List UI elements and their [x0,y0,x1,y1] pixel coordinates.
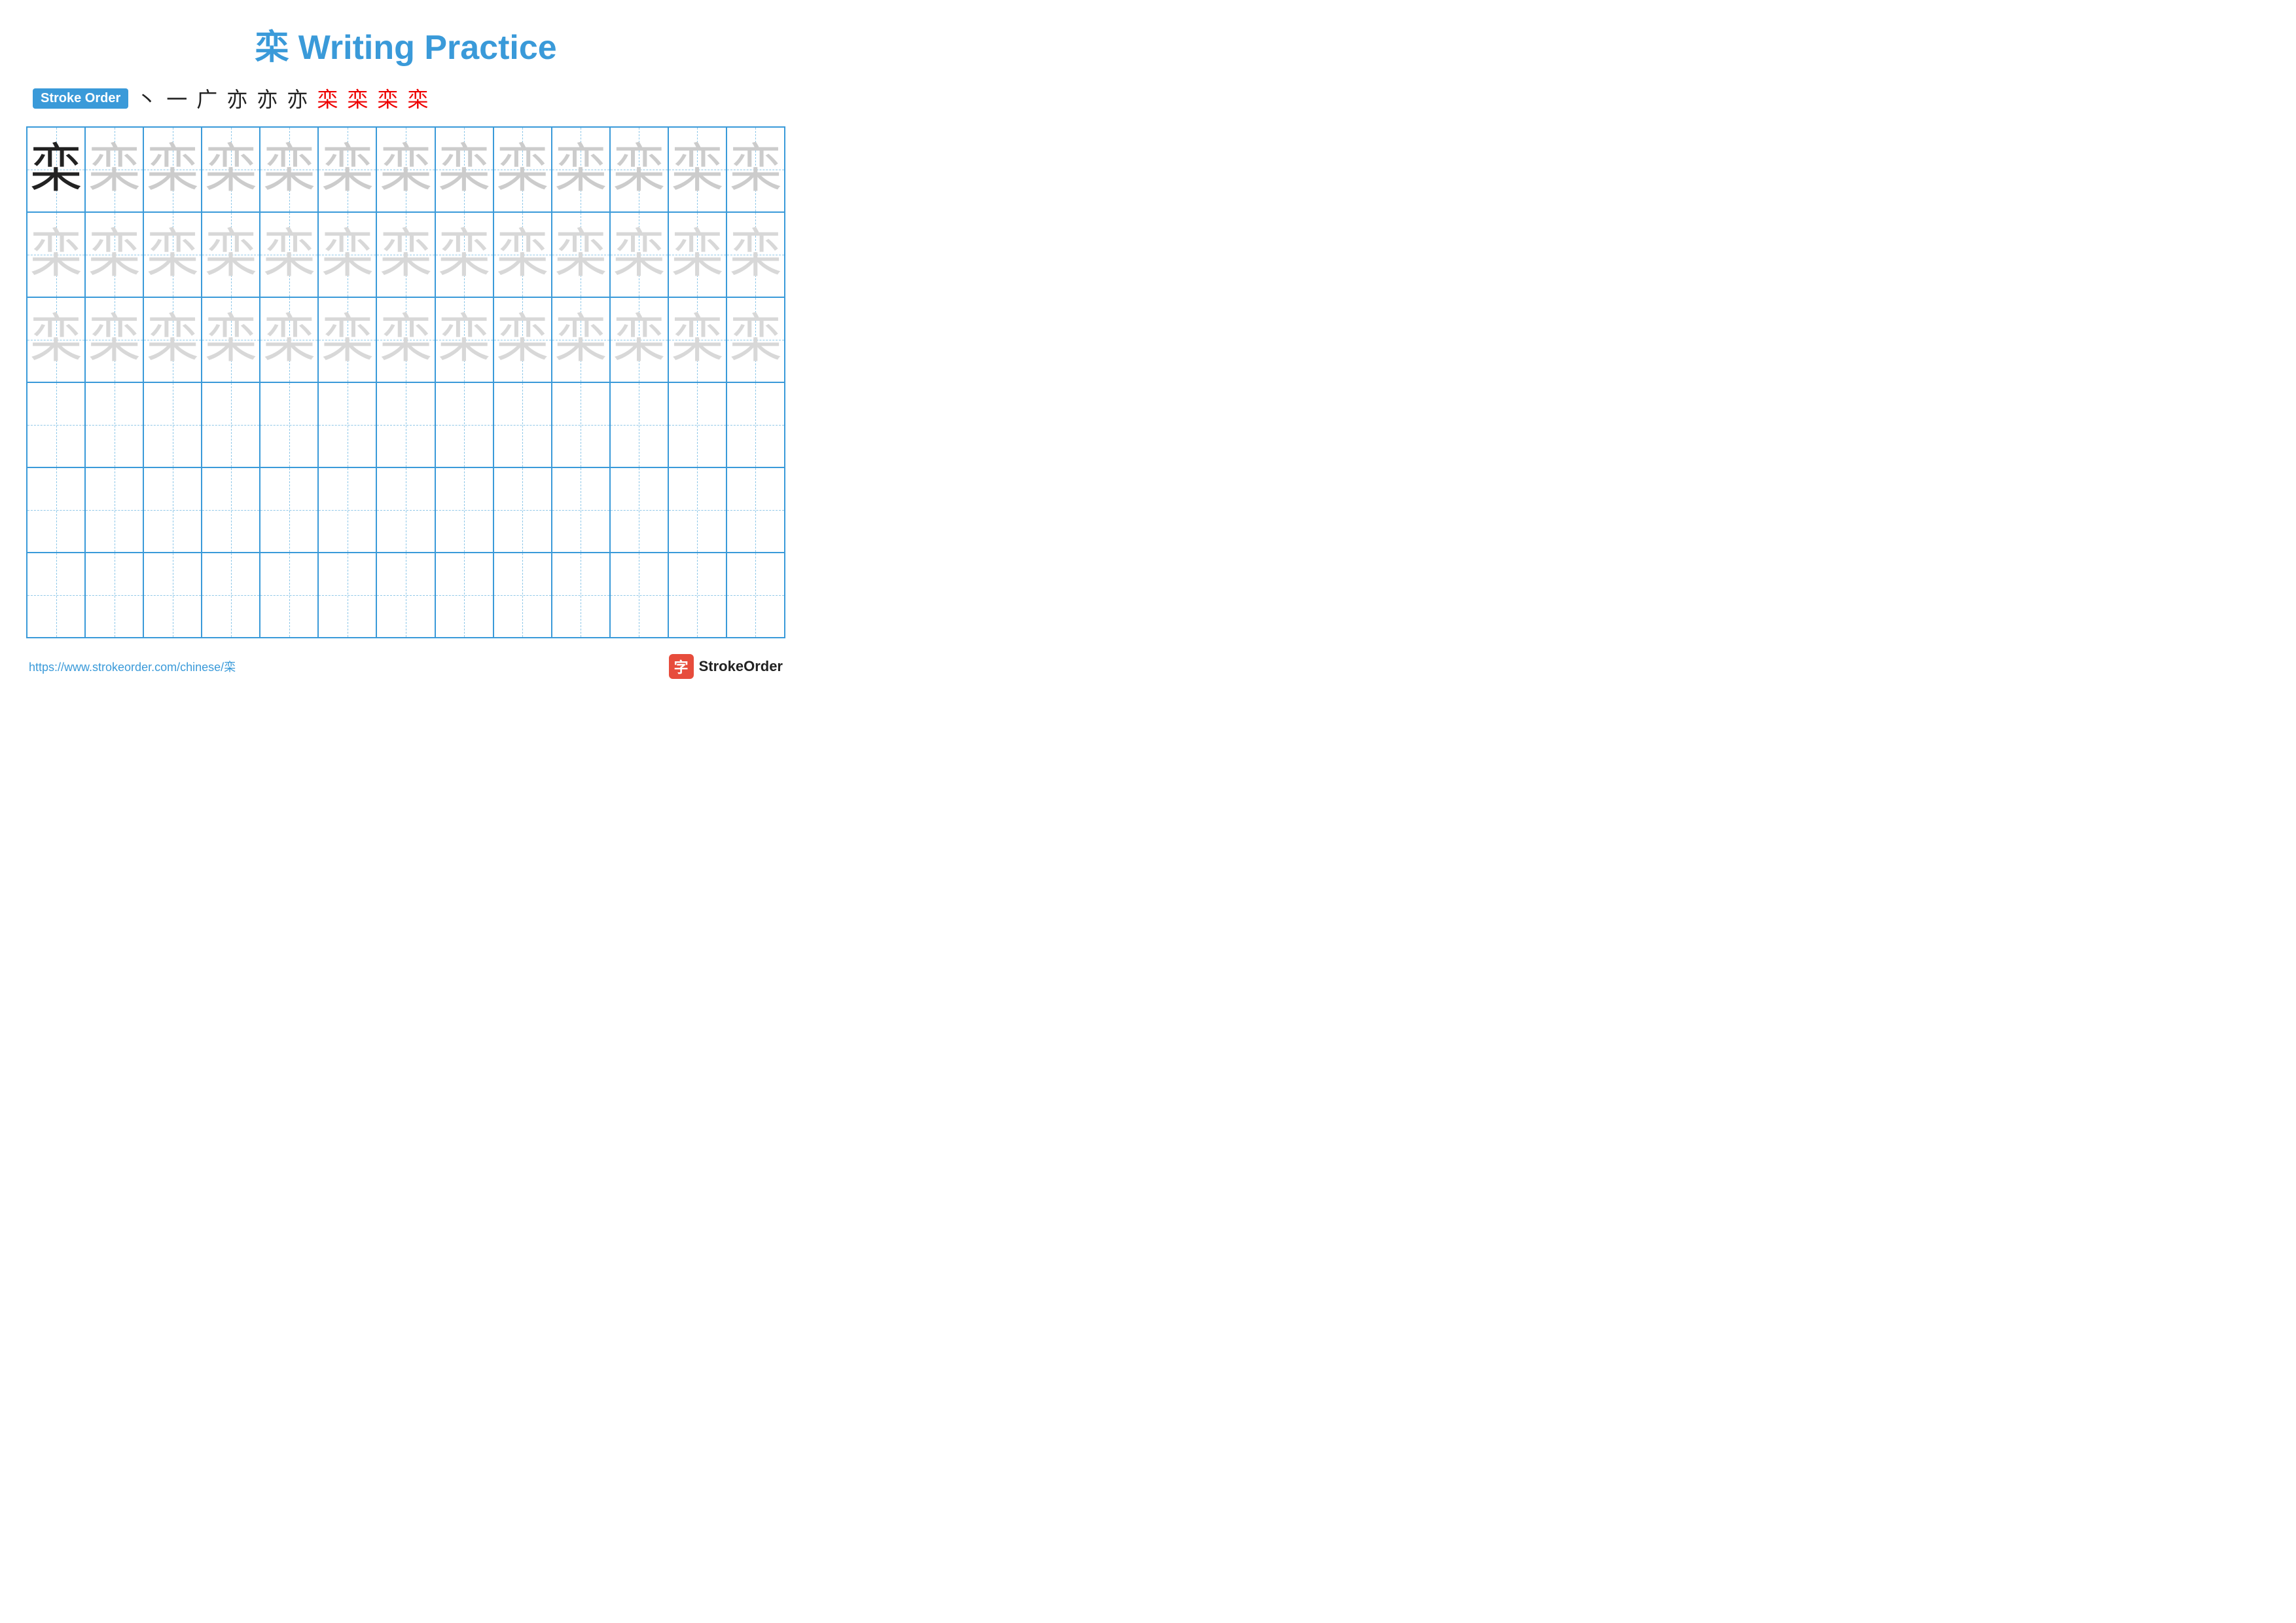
grid-cell-r4c4[interactable] [202,382,260,467]
grid-cell-r4c9[interactable] [493,382,552,467]
footer: https://www.strokeorder.com/chinese/栾 字 … [26,654,785,679]
grid-cell-r4c6[interactable] [318,382,376,467]
stroke-3: 广 [196,83,217,113]
grid-cell-r6c5[interactable] [260,553,318,638]
grid-cell-r6c8[interactable] [435,553,493,638]
grid-cell-r3c3[interactable]: 栾 [143,297,202,382]
grid-cell-r6c7[interactable] [376,553,435,638]
grid-cell-r1c11[interactable]: 栾 [610,127,668,212]
grid-cell-r6c12[interactable] [668,553,726,638]
brand-icon: 字 [669,654,694,679]
grid-cell-r2c12[interactable]: 栾 [668,212,726,297]
grid-cell-r4c5[interactable] [260,382,318,467]
grid-cell-r3c7[interactable]: 栾 [376,297,435,382]
grid-cell-r5c7[interactable] [376,467,435,553]
grid-cell-r4c13[interactable] [726,382,785,467]
footer-brand: 字 StrokeOrder [669,654,783,679]
grid-cell-r3c2[interactable]: 栾 [85,297,143,382]
grid-cell-r3c6[interactable]: 栾 [318,297,376,382]
grid-cell-r4c10[interactable] [552,382,610,467]
grid-cell-r2c7[interactable]: 栾 [376,212,435,297]
grid-cell-r1c12[interactable]: 栾 [668,127,726,212]
grid-cell-r3c13[interactable]: 栾 [726,297,785,382]
grid-cell-r6c10[interactable] [552,553,610,638]
grid-cell-r6c6[interactable] [318,553,376,638]
grid-cell-r5c9[interactable] [493,467,552,553]
grid-cell-r4c12[interactable] [668,382,726,467]
page-title: 栾 Writing Practice [26,20,785,69]
grid-cell-r3c1[interactable]: 栾 [27,297,85,382]
grid-cell-r4c1[interactable] [27,382,85,467]
stroke-6: 亦 [287,83,308,113]
grid-cell-r2c13[interactable]: 栾 [726,212,785,297]
grid-cell-r2c3[interactable]: 栾 [143,212,202,297]
grid-cell-r6c9[interactable] [493,553,552,638]
stroke-order-badge: Stroke Order [33,88,128,109]
stroke-5: 亦 [257,83,278,113]
grid-cell-r5c3[interactable] [143,467,202,553]
grid-cell-r6c3[interactable] [143,553,202,638]
stroke-9: 栾 [377,83,398,113]
grid-cell-r5c5[interactable] [260,467,318,553]
grid-cell-r4c7[interactable] [376,382,435,467]
grid-cell-r3c8[interactable]: 栾 [435,297,493,382]
grid-cell-r6c1[interactable] [27,553,85,638]
stroke-order-row: Stroke Order 丶 一 广 亦 亦 亦 栾 栾 栾 栾 [26,83,785,113]
grid-cell-r1c7[interactable]: 栾 [376,127,435,212]
grid-cell-r5c12[interactable] [668,467,726,553]
stroke-1: 丶 [136,83,157,113]
grid-cell-r5c8[interactable] [435,467,493,553]
grid-cell-r3c4[interactable]: 栾 [202,297,260,382]
grid-cell-r1c6[interactable]: 栾 [318,127,376,212]
grid-cell-r1c2[interactable]: 栾 [85,127,143,212]
stroke-sequence: 丶 一 广 亦 亦 亦 栾 栾 栾 栾 [136,83,428,113]
grid-cell-r1c3[interactable]: 栾 [143,127,202,212]
grid-cell-r2c6[interactable]: 栾 [318,212,376,297]
grid-cell-r2c11[interactable]: 栾 [610,212,668,297]
grid-cell-r6c11[interactable] [610,553,668,638]
grid-cell-r3c11[interactable]: 栾 [610,297,668,382]
grid-cell-r6c2[interactable] [85,553,143,638]
grid-cell-r2c8[interactable]: 栾 [435,212,493,297]
grid-cell-r5c11[interactable] [610,467,668,553]
practice-grid: 栾 栾 栾 栾 栾 栾 栾 栾 栾 栾 栾 栾 栾 栾 栾 栾 栾 栾 栾 栾 … [26,126,785,638]
grid-cell-r1c1[interactable]: 栾 [27,127,85,212]
grid-cell-r5c2[interactable] [85,467,143,553]
grid-cell-r1c5[interactable]: 栾 [260,127,318,212]
stroke-2: 一 [166,83,187,113]
grid-cell-r6c13[interactable] [726,553,785,638]
grid-cell-r4c8[interactable] [435,382,493,467]
grid-cell-r4c3[interactable] [143,382,202,467]
grid-cell-r5c13[interactable] [726,467,785,553]
footer-url[interactable]: https://www.strokeorder.com/chinese/栾 [29,658,236,675]
grid-cell-r5c4[interactable] [202,467,260,553]
grid-cell-r1c10[interactable]: 栾 [552,127,610,212]
grid-cell-r4c2[interactable] [85,382,143,467]
grid-cell-r1c4[interactable]: 栾 [202,127,260,212]
grid-cell-r3c5[interactable]: 栾 [260,297,318,382]
grid-cell-r2c5[interactable]: 栾 [260,212,318,297]
grid-cell-r1c9[interactable]: 栾 [493,127,552,212]
grid-cell-r3c12[interactable]: 栾 [668,297,726,382]
grid-cell-r1c8[interactable]: 栾 [435,127,493,212]
brand-name: StrokeOrder [699,658,783,675]
grid-cell-r3c10[interactable]: 栾 [552,297,610,382]
grid-cell-r1c13[interactable]: 栾 [726,127,785,212]
grid-cell-r5c6[interactable] [318,467,376,553]
grid-cell-r5c10[interactable] [552,467,610,553]
stroke-8: 栾 [347,83,368,113]
grid-cell-r4c11[interactable] [610,382,668,467]
grid-cell-r2c4[interactable]: 栾 [202,212,260,297]
grid-cell-r3c9[interactable]: 栾 [493,297,552,382]
grid-cell-r6c4[interactable] [202,553,260,638]
grid-cell-r2c10[interactable]: 栾 [552,212,610,297]
stroke-4: 亦 [226,83,247,113]
grid-cell-r2c1[interactable]: 栾 [27,212,85,297]
grid-cell-r2c9[interactable]: 栾 [493,212,552,297]
grid-cell-r2c2[interactable]: 栾 [85,212,143,297]
char-reference: 栾 [30,143,82,196]
stroke-7: 栾 [317,83,338,113]
grid-cell-r5c1[interactable] [27,467,85,553]
stroke-10: 栾 [407,83,428,113]
